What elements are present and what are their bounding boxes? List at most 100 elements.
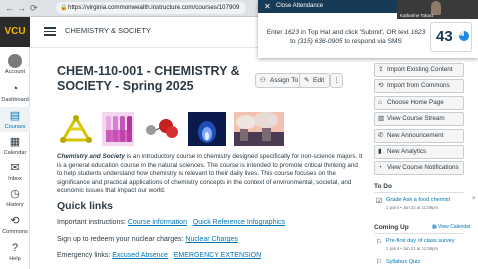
coming-up-divider: [374, 233, 464, 234]
course-information-link[interactable]: Course information: [128, 219, 187, 226]
nav-help-label: Help: [9, 256, 21, 262]
close-icon[interactable]: ✕: [264, 0, 271, 13]
quick-links-row: Important instructions: Course informati…: [57, 219, 285, 226]
coming-up-item-title[interactable]: Syllabus Quiz: [386, 259, 420, 265]
edit-button[interactable]: ✎ Edit: [299, 73, 331, 88]
nav-commons-label: Commons: [2, 229, 28, 235]
view-course-stream-button[interactable]: ▥ View Course Stream: [374, 112, 464, 126]
more-options-button[interactable]: ⋮: [330, 73, 343, 88]
attendance-code: 1623: [410, 29, 426, 36]
quiz-icon: ⚐: [376, 239, 383, 246]
coming-up-item[interactable]: ⚐ Syllabus Quiz: [374, 258, 478, 268]
test-tubes-image: [102, 112, 134, 146]
analytics-icon: ▮: [378, 148, 382, 155]
nav-history[interactable]: ◷ History: [0, 187, 30, 208]
choose-home-page-button[interactable]: ⌂ Choose Home Page: [374, 96, 464, 110]
quiz-icon: ⚐: [376, 259, 383, 266]
attendance-instructions: Enter 1623 in Top Hat and click 'Submit'…: [266, 28, 426, 46]
attendance-text: Enter: [266, 29, 285, 36]
kebab-icon: ⋮: [333, 77, 340, 84]
presenter-name: Katharine Tokarz: [400, 13, 434, 18]
breadcrumb[interactable]: CHEMISTRY & SOCIETY: [65, 26, 151, 35]
nav-account[interactable]: Account: [0, 54, 30, 75]
sidebar-button-label: Choose Home Page: [387, 99, 444, 106]
account-avatar: [8, 54, 22, 68]
todo-divider: [374, 192, 464, 193]
coming-up-item[interactable]: ⚐ Pre-first day of class survey 1 point …: [374, 237, 478, 255]
todo-item-title[interactable]: Grade Ask a food chemist: [386, 197, 450, 203]
address-bar[interactable]: 🔒 https://virginia.commonwealth.instruct…: [56, 2, 246, 14]
home-icon: ⌂: [378, 99, 382, 106]
quick-links-prefix: Sign up to redeem your nuclear charges:: [57, 236, 184, 243]
nav-courses[interactable]: ▤ Courses: [0, 107, 30, 132]
quick-links-row: Emergency links: Excused Absence EMERGEN…: [57, 252, 261, 259]
calendar-icon: ▦: [9, 136, 21, 148]
course-description: Chemistry and Society is an introductory…: [57, 153, 364, 196]
new-analytics-button[interactable]: ▮ New Analytics: [374, 145, 464, 159]
vcu-logo[interactable]: VCU: [0, 17, 30, 47]
courses-icon: ▤: [9, 110, 21, 122]
stream-icon: ▥: [378, 115, 385, 122]
new-announcement-button[interactable]: ✆ New Announcement: [374, 129, 464, 143]
view-calendar-label: View Calendar: [438, 224, 471, 230]
sidebar-button-label: View Course Notifications: [387, 164, 459, 171]
flame-image: [188, 112, 226, 146]
assign-to-label: Assign To: [270, 77, 299, 84]
course-menu-toggle[interactable]: [44, 27, 56, 36]
quick-links-prefix: Important instructions:: [57, 219, 126, 226]
tophat-title[interactable]: Close Attendance: [276, 3, 323, 9]
quick-links-heading: Quick links: [57, 200, 114, 212]
view-course-notifications-button[interactable]: ◔ View Course Notifications: [374, 161, 464, 175]
todo-item-details: 1 point • Jan 22 at 11:59pm: [386, 205, 439, 210]
lock-icon: 🔒: [60, 5, 68, 11]
global-nav: VCU Account ◔ Dashboard ▤ Courses ▦ Cale…: [0, 17, 30, 269]
reload-icon[interactable]: ⟳: [30, 3, 38, 14]
import-icon: ⇪: [378, 66, 384, 73]
import-from-commons-button[interactable]: ⟲ Import from Commons: [374, 79, 464, 93]
todo-item[interactable]: ☑ Grade Ask a food chemist 1 point • Jan…: [374, 196, 478, 216]
nav-history-label: History: [6, 202, 24, 208]
view-calendar-link[interactable]: ▦ View Calendar: [432, 224, 471, 230]
attendance-count-card: 43: [430, 22, 472, 52]
import-existing-content-button[interactable]: ⇪ Import Existing Content: [374, 63, 464, 77]
pencil-icon: ✎: [304, 77, 310, 84]
attendance-text: to respond via SMS: [342, 38, 402, 45]
nuclear-charges-link[interactable]: Nuclear Charges: [185, 236, 238, 243]
nav-dashboard-label: Dashboard: [1, 97, 29, 103]
power-plant-image: [234, 112, 284, 146]
nav-help[interactable]: ? Help: [0, 241, 30, 262]
nav-commons[interactable]: ⟲ Commons: [0, 214, 30, 235]
emergency-extension-link[interactable]: EMERGENCY EXTENSION: [174, 252, 261, 259]
assign-icon: ⚇: [260, 77, 266, 84]
inbox-icon: ✉: [10, 162, 20, 174]
forward-icon[interactable]: →: [17, 3, 26, 13]
commons-icon: ⟲: [10, 215, 20, 227]
excused-absence-link[interactable]: Excused Absence: [112, 252, 168, 259]
nav-inbox[interactable]: ✉ Inbox: [0, 161, 30, 182]
page-title: CHEM-110-001 - CHEMISTRY & SOCIETY - Spr…: [57, 64, 240, 93]
commons-icon: ⟲: [378, 82, 384, 89]
nav-calendar[interactable]: ▦ Calendar: [0, 135, 30, 156]
nav-inbox-label: Inbox: [8, 176, 22, 182]
coming-up-item-details: 1 point • Jan 21 at 11:59pm: [386, 246, 439, 251]
quick-links-prefix: Emergency links:: [57, 252, 111, 259]
sidebar-button-label: New Announcement: [387, 132, 444, 139]
nav-account-label: Account: [4, 69, 26, 75]
quick-links-row: Sign up to redeem your nuclear charges: …: [57, 236, 238, 243]
response-pie-icon: [459, 31, 469, 41]
nav-calendar-label: Calendar: [3, 150, 27, 156]
assign-to-button[interactable]: ⚇ Assign To: [255, 73, 305, 88]
nav-dashboard[interactable]: ◔ Dashboard: [0, 82, 30, 103]
attendance-count: 43: [436, 28, 453, 45]
dismiss-icon[interactable]: ×: [472, 196, 476, 202]
nav-courses-label: Courses: [4, 124, 26, 130]
coming-up-item-title[interactable]: Pre-first day of class survey: [386, 238, 455, 244]
attendance-code: 1623: [284, 29, 299, 36]
todo-heading: To Do: [374, 183, 392, 190]
attendance-text: in Top Hat and click 'Submit', OR text: [298, 29, 411, 36]
quick-reference-infographics-link[interactable]: Quick Reference Infographics: [193, 219, 285, 226]
help-icon: ?: [11, 242, 19, 254]
sidebar-button-label: Import Existing Content: [387, 66, 453, 73]
molecule-image: [57, 112, 95, 146]
back-icon[interactable]: ←: [5, 3, 14, 13]
